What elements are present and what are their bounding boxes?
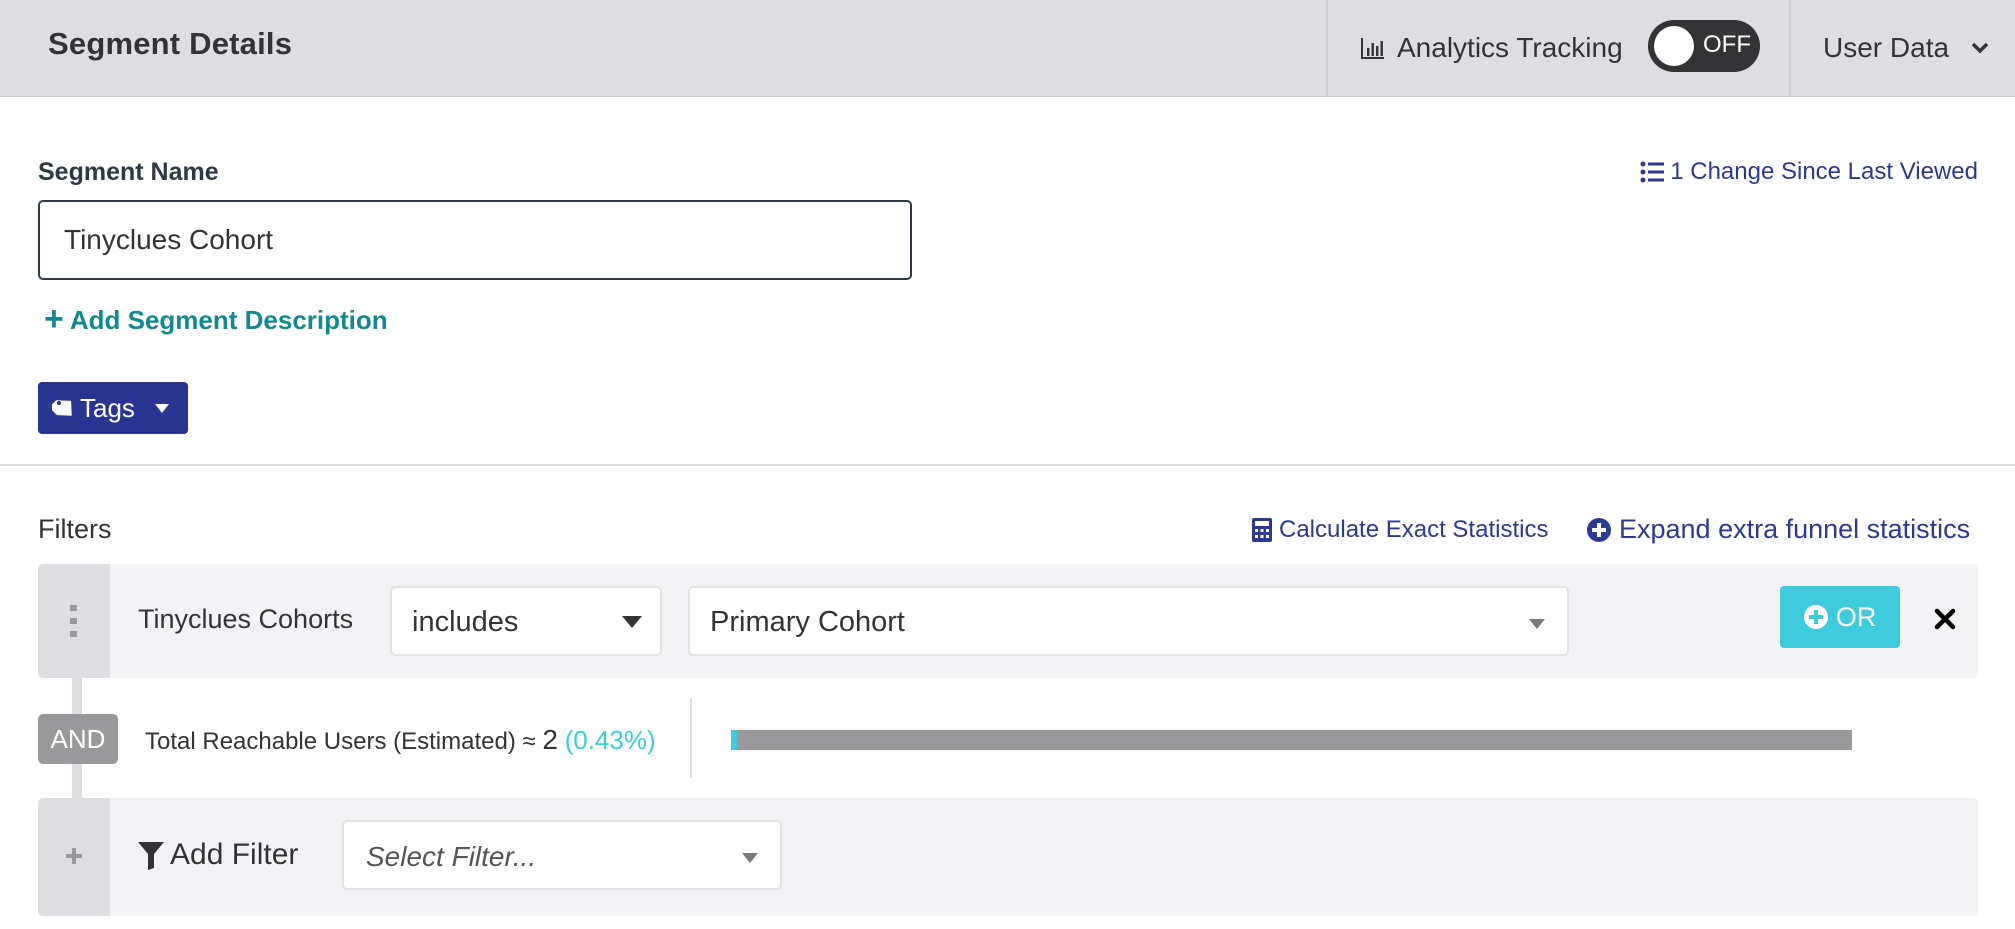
plus-icon [66,848,82,864]
reachable-users-bar [731,730,1852,750]
reach-divider [690,698,692,778]
select-filter-placeholder: Select Filter... [366,841,537,872]
analytics-tracking-label: Analytics Tracking [1397,32,1623,63]
header-divider [1326,0,1328,97]
changes-since-last-viewed-link[interactable]: 1 Change Since Last Viewed [1640,158,1978,186]
tags-label: Tags [80,392,135,423]
expand-link-label: Expand extra funnel statistics [1619,514,1971,544]
section-divider [0,464,2015,466]
page-header: Segment Details Analytics Tracking OFF U… [0,0,2015,97]
reachable-users-estimate: Total Reachable Users (Estimated) ≈ 2 (0… [145,724,656,756]
user-data-label: User Data [1823,32,1950,63]
changes-link-label: 1 Change Since Last Viewed [1670,158,1978,185]
toggle-knob [1654,26,1694,66]
calculator-icon [1252,518,1272,542]
analytics-tracking-toggle[interactable]: OFF [1648,20,1760,72]
analytics-tracking: Analytics Tracking [1360,28,1623,68]
segment-name-label: Segment Name [38,158,219,186]
tags-dropdown-button[interactable]: Tags [38,382,188,434]
add-description-label: Add Segment Description [69,305,388,335]
segment-name-input[interactable] [38,200,912,280]
filter-row: Tinyclues Cohorts includes Primary Cohor… [38,564,1978,678]
caret-down-icon [1529,619,1545,629]
remove-filter-icon[interactable] [1934,608,1956,630]
or-label: OR [1835,601,1877,632]
plus-circle-icon [1587,517,1611,542]
user-data-menu[interactable]: User Data [1823,28,1989,68]
add-filter-handle [38,798,110,916]
plus-circle-icon [1803,605,1828,629]
operator-select[interactable]: includes [390,586,662,656]
drag-handle[interactable] [38,564,110,678]
and-connector-badge: AND [38,714,118,764]
expand-funnel-statistics-link[interactable]: Expand extra funnel statistics [1587,514,1970,545]
filters-heading: Filters [38,514,112,544]
reachable-users-bar-fill [731,730,737,750]
add-segment-description-link[interactable]: + Add Segment Description [44,299,388,338]
header-divider [1789,0,1791,97]
caret-down-icon [154,403,169,413]
calculate-link-label: Calculate Exact Statistics [1279,516,1549,543]
add-filter-label: Add Filter [170,838,299,871]
cohort-value-select[interactable]: Primary Cohort [688,586,1569,656]
add-or-condition-button[interactable]: OR [1780,586,1900,648]
toggle-state-label: OFF [1703,31,1751,58]
add-filter-row: Add Filter Select Filter... [38,798,1978,916]
list-icon [1640,161,1665,183]
plus-icon: + [44,299,64,338]
vertical-dots-icon [70,605,77,637]
caret-down-icon [622,616,642,628]
bar-chart-icon [1361,38,1384,59]
calculate-exact-statistics-link[interactable]: Calculate Exact Statistics [1252,516,1548,544]
operator-value: includes [412,606,519,638]
reachable-users-count: 2 [542,724,558,755]
funnel-icon [138,842,164,870]
chevron-down-icon [1971,42,1989,54]
filter-name: Tinyclues Cohorts [138,604,354,634]
page-title: Segment Details [48,26,293,61]
cohort-value: Primary Cohort [710,606,905,638]
add-filter-label-group: Add Filter [138,838,298,872]
reachable-users-label: Total Reachable Users (Estimated) ≈ [145,728,536,755]
select-filter-dropdown[interactable]: Select Filter... [342,820,782,890]
tag-icon [52,400,72,416]
reachable-users-percent: (0.43%) [564,725,656,755]
caret-down-icon [742,853,758,863]
